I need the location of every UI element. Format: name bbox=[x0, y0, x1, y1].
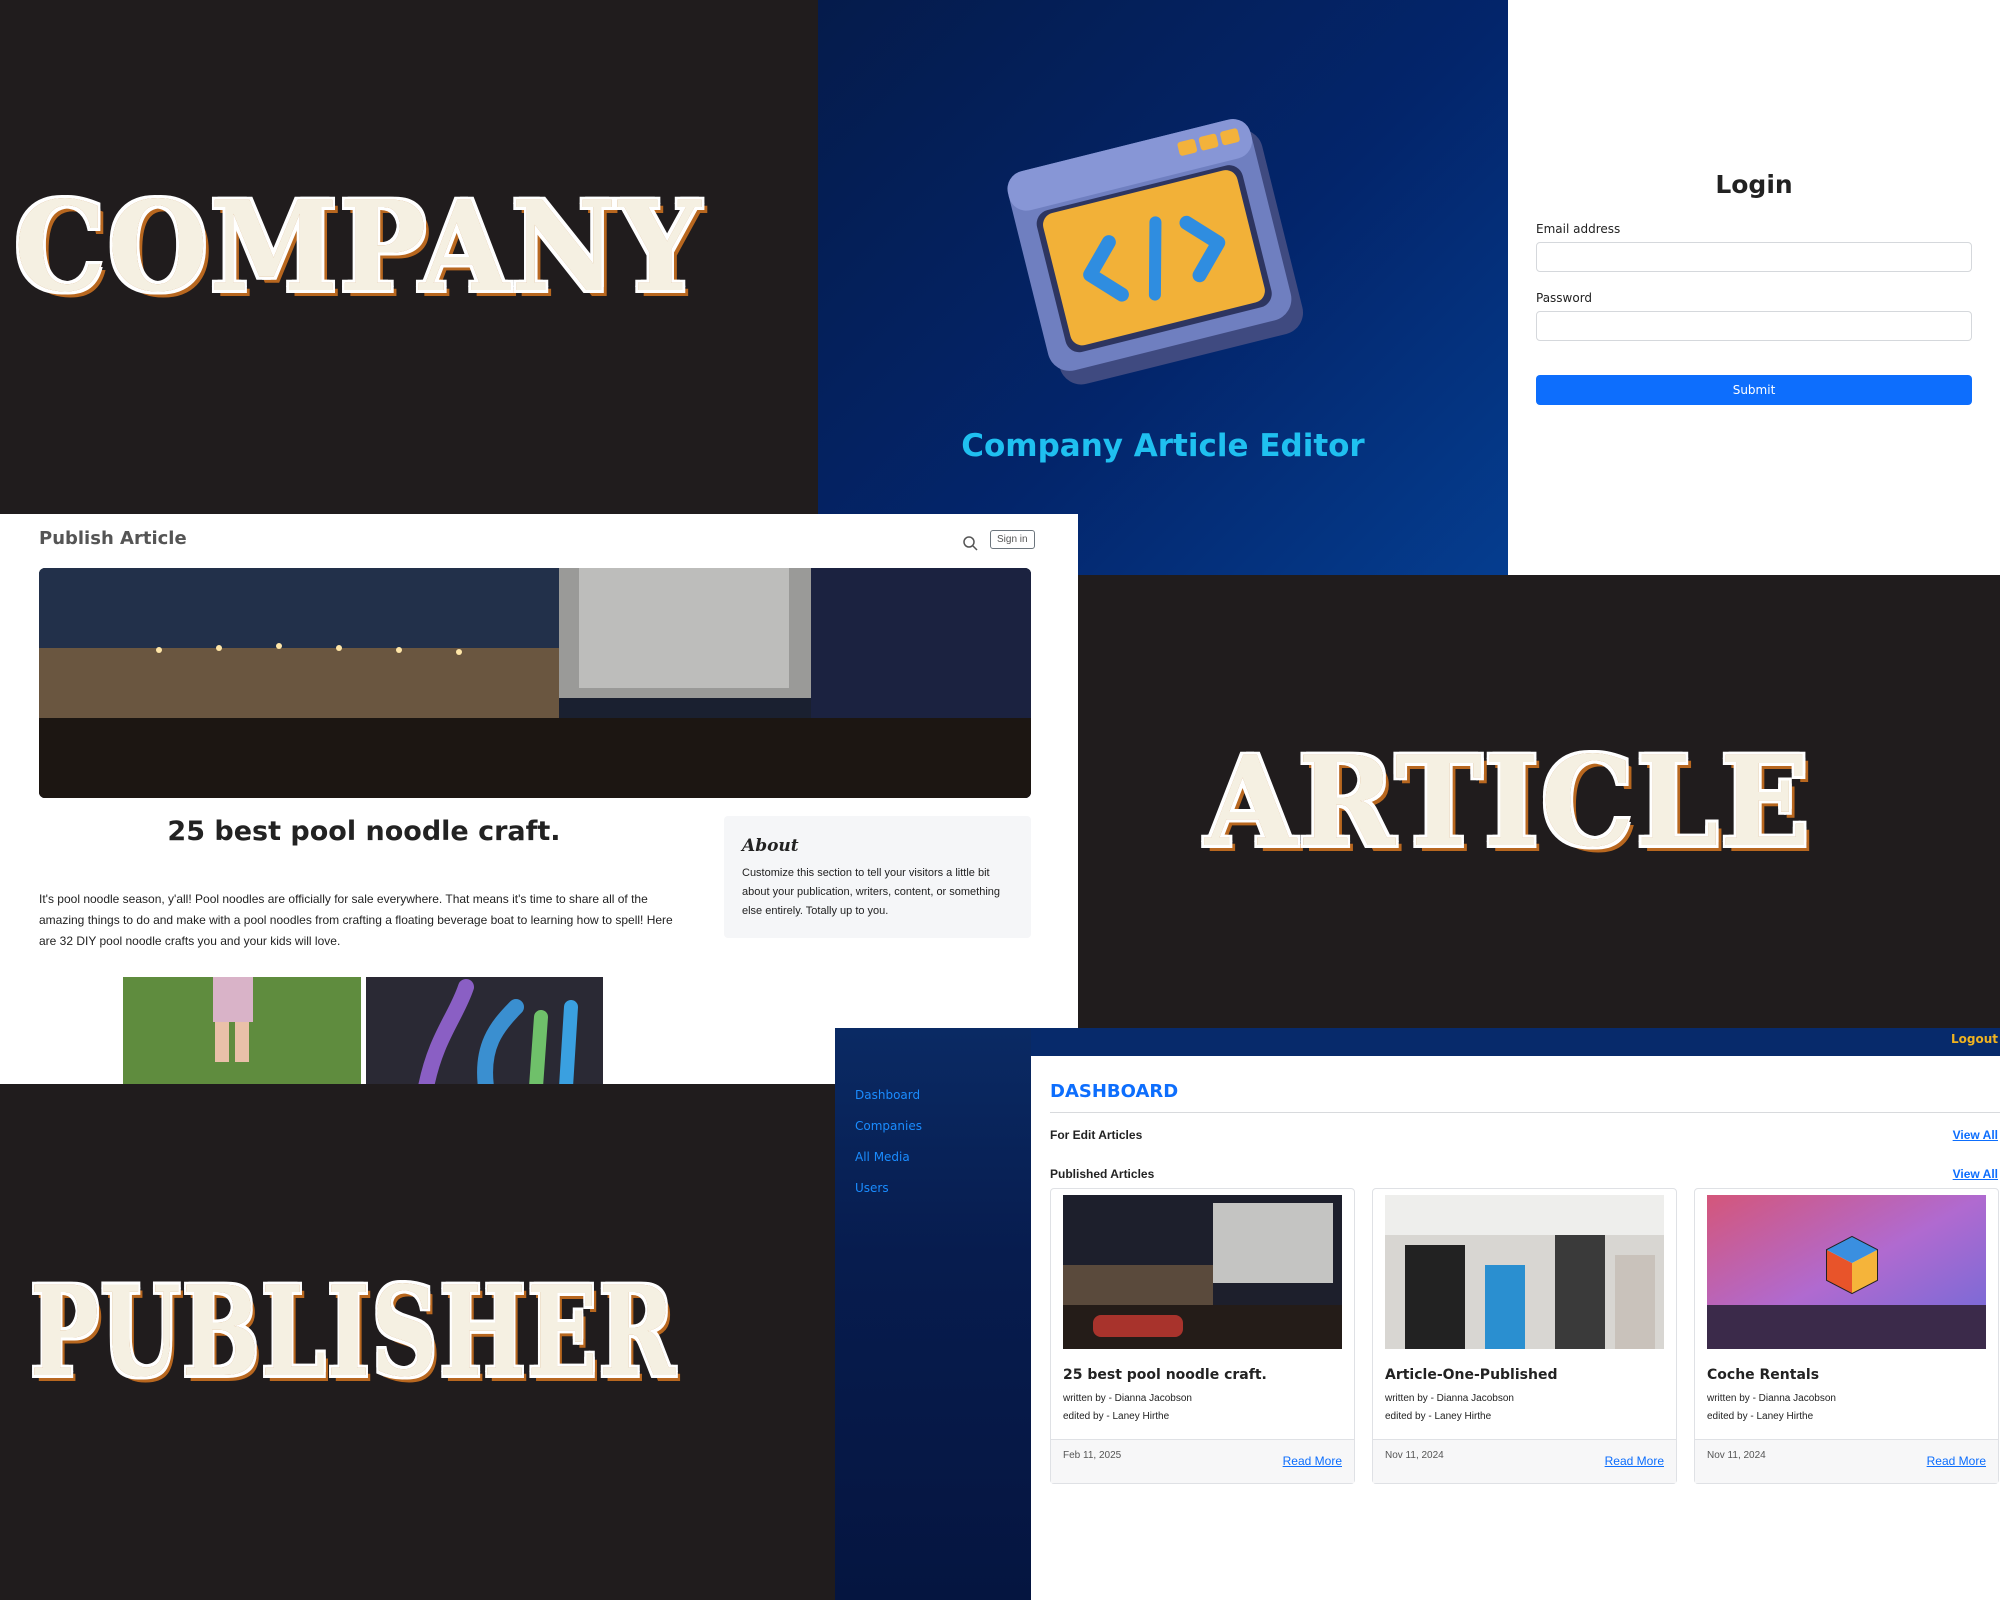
submit-button[interactable]: Submit bbox=[1536, 375, 1972, 405]
email-label: Email address bbox=[1536, 222, 1621, 236]
read-more-link[interactable]: Read More bbox=[1927, 1454, 1986, 1468]
sidebar-item-dashboard[interactable]: Dashboard bbox=[855, 1088, 920, 1102]
dashboard-title: DASHBOARD bbox=[1050, 1081, 1179, 1102]
card-edited-by: edited by - Laney Hirthe bbox=[1063, 1411, 1170, 1422]
card-title[interactable]: 25 best pool noodle craft. bbox=[1063, 1367, 1267, 1383]
login-title: Login bbox=[1715, 170, 1793, 199]
about-text: Customize this section to tell your visi… bbox=[742, 867, 1001, 917]
for-edit-heading: For Edit Articles bbox=[1050, 1128, 1143, 1142]
card-date: Nov 11, 2024 bbox=[1707, 1450, 1766, 1461]
sidebar-item-all-media[interactable]: All Media bbox=[855, 1150, 910, 1164]
about-box: About Customize this section to tell you… bbox=[724, 816, 1031, 938]
article-title: 25 best pool noodle craft. bbox=[167, 816, 561, 847]
signin-button[interactable]: Sign in bbox=[990, 530, 1035, 549]
card-edited-by: edited by - Laney Hirthe bbox=[1385, 1411, 1492, 1422]
card-written-by: written by - Dianna Jacobson bbox=[1707, 1393, 1836, 1404]
article-image-1 bbox=[123, 977, 361, 1084]
dashboard-panel: Dashboard Companies All Media Users Logo… bbox=[835, 1028, 2000, 1600]
article-word: ARTICLE bbox=[1203, 728, 1812, 877]
article-image-2 bbox=[366, 977, 603, 1084]
code-window-icon bbox=[1007, 118, 1304, 385]
sidebar-item-users[interactable]: Users bbox=[855, 1181, 889, 1195]
publish-article-panel: Publish Article Sign in 25 best pool noo… bbox=[0, 514, 1078, 1084]
top-bar: Logout bbox=[1031, 1028, 2000, 1056]
publisher-word: PUBLISHER bbox=[29, 1258, 677, 1407]
view-all-published-link[interactable]: View All bbox=[1953, 1167, 1998, 1181]
article-card[interactable]: Coche Rentals written by - Dianna Jacobs… bbox=[1694, 1188, 1999, 1484]
card-image bbox=[1063, 1195, 1342, 1349]
card-edited-by: edited by - Laney Hirthe bbox=[1707, 1411, 1814, 1422]
article-hero-image bbox=[39, 568, 1031, 798]
card-written-by: written by - Dianna Jacobson bbox=[1385, 1393, 1514, 1404]
hero-title: Company Article Editor bbox=[961, 428, 1365, 464]
card-image bbox=[1385, 1195, 1664, 1349]
read-more-link[interactable]: Read More bbox=[1283, 1454, 1342, 1468]
read-more-link[interactable]: Read More bbox=[1605, 1454, 1664, 1468]
article-body: It's pool noodle season, y'all! Pool noo… bbox=[39, 892, 673, 948]
password-label: Password bbox=[1536, 291, 1593, 305]
email-field[interactable] bbox=[1536, 242, 1972, 272]
view-all-for-edit-link[interactable]: View All bbox=[1953, 1128, 1998, 1142]
password-field[interactable] bbox=[1536, 311, 1972, 341]
article-card[interactable]: 25 best pool noodle craft. written by - … bbox=[1050, 1188, 1355, 1484]
card-image bbox=[1707, 1195, 1986, 1349]
card-date: Feb 11, 2025 bbox=[1063, 1450, 1122, 1461]
editor-hero-panel: Company Article Editor bbox=[818, 0, 1508, 575]
about-title: About bbox=[742, 836, 799, 856]
card-title[interactable]: Coche Rentals bbox=[1707, 1367, 1819, 1383]
article-card[interactable]: Article-One-Published written by - Diann… bbox=[1372, 1188, 1677, 1484]
card-footer: Nov 11, 2024 Read More bbox=[1373, 1439, 1676, 1483]
divider bbox=[1050, 1112, 2000, 1113]
published-heading: Published Articles bbox=[1050, 1167, 1155, 1181]
company-word: COMPANY bbox=[12, 173, 703, 322]
card-written-by: written by - Dianna Jacobson bbox=[1063, 1393, 1192, 1404]
card-date: Nov 11, 2024 bbox=[1385, 1450, 1444, 1461]
card-footer: Nov 11, 2024 Read More bbox=[1695, 1439, 1998, 1483]
logout-button[interactable]: Logout bbox=[1951, 1032, 1998, 1046]
sidebar: Dashboard Companies All Media Users bbox=[835, 1028, 1031, 1600]
login-panel: Login Email address Password Submit bbox=[1508, 0, 2000, 575]
search-icon[interactable] bbox=[962, 535, 978, 551]
sidebar-item-companies[interactable]: Companies bbox=[855, 1119, 922, 1133]
card-title[interactable]: Article-One-Published bbox=[1385, 1367, 1557, 1383]
card-footer: Feb 11, 2025 Read More bbox=[1051, 1439, 1354, 1483]
publish-brand[interactable]: Publish Article bbox=[39, 528, 187, 549]
